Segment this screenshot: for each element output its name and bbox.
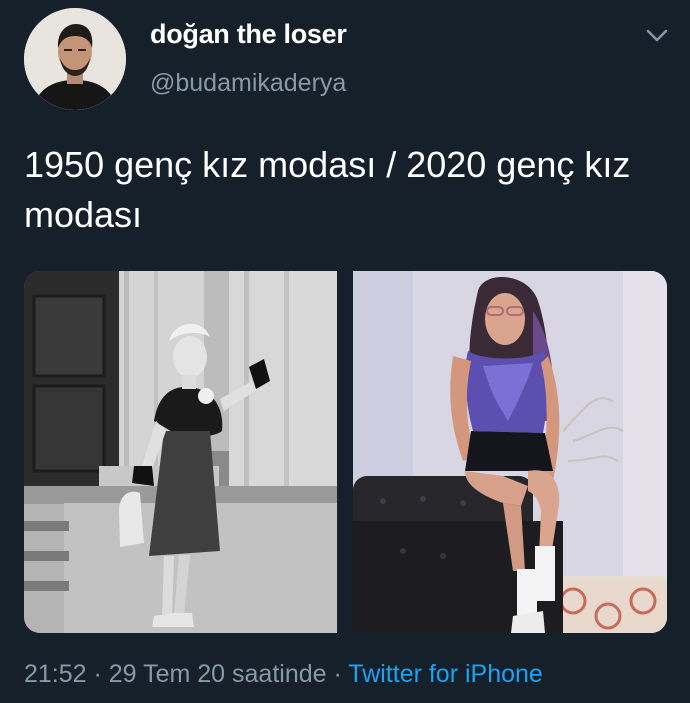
display-name[interactable]: doğan the loser (150, 19, 347, 50)
tweet-text: 1950 genç kız modası / 2020 genç kız mod… (24, 144, 631, 235)
tweet-time[interactable]: 21:52 (24, 660, 87, 688)
tweet-source-link[interactable]: Twitter for iPhone (348, 660, 543, 688)
user-handle[interactable]: @budamikaderya (150, 69, 346, 98)
avatar[interactable] (24, 8, 126, 110)
chevron-down-icon[interactable] (643, 24, 671, 46)
photo-1950[interactable] (24, 271, 337, 633)
tweet: doğan the loser @budamikaderya 1950 genç… (0, 0, 690, 703)
meta-separator: · (86, 660, 109, 688)
photo-2020[interactable] (353, 271, 667, 633)
tweet-date[interactable]: 29 Tem 20 saatinde (109, 660, 327, 688)
media-grid (24, 271, 667, 633)
meta-separator: · (326, 660, 349, 688)
tweet-meta: 21:52 · 29 Tem 20 saatinde · Twitter for… (24, 660, 543, 689)
